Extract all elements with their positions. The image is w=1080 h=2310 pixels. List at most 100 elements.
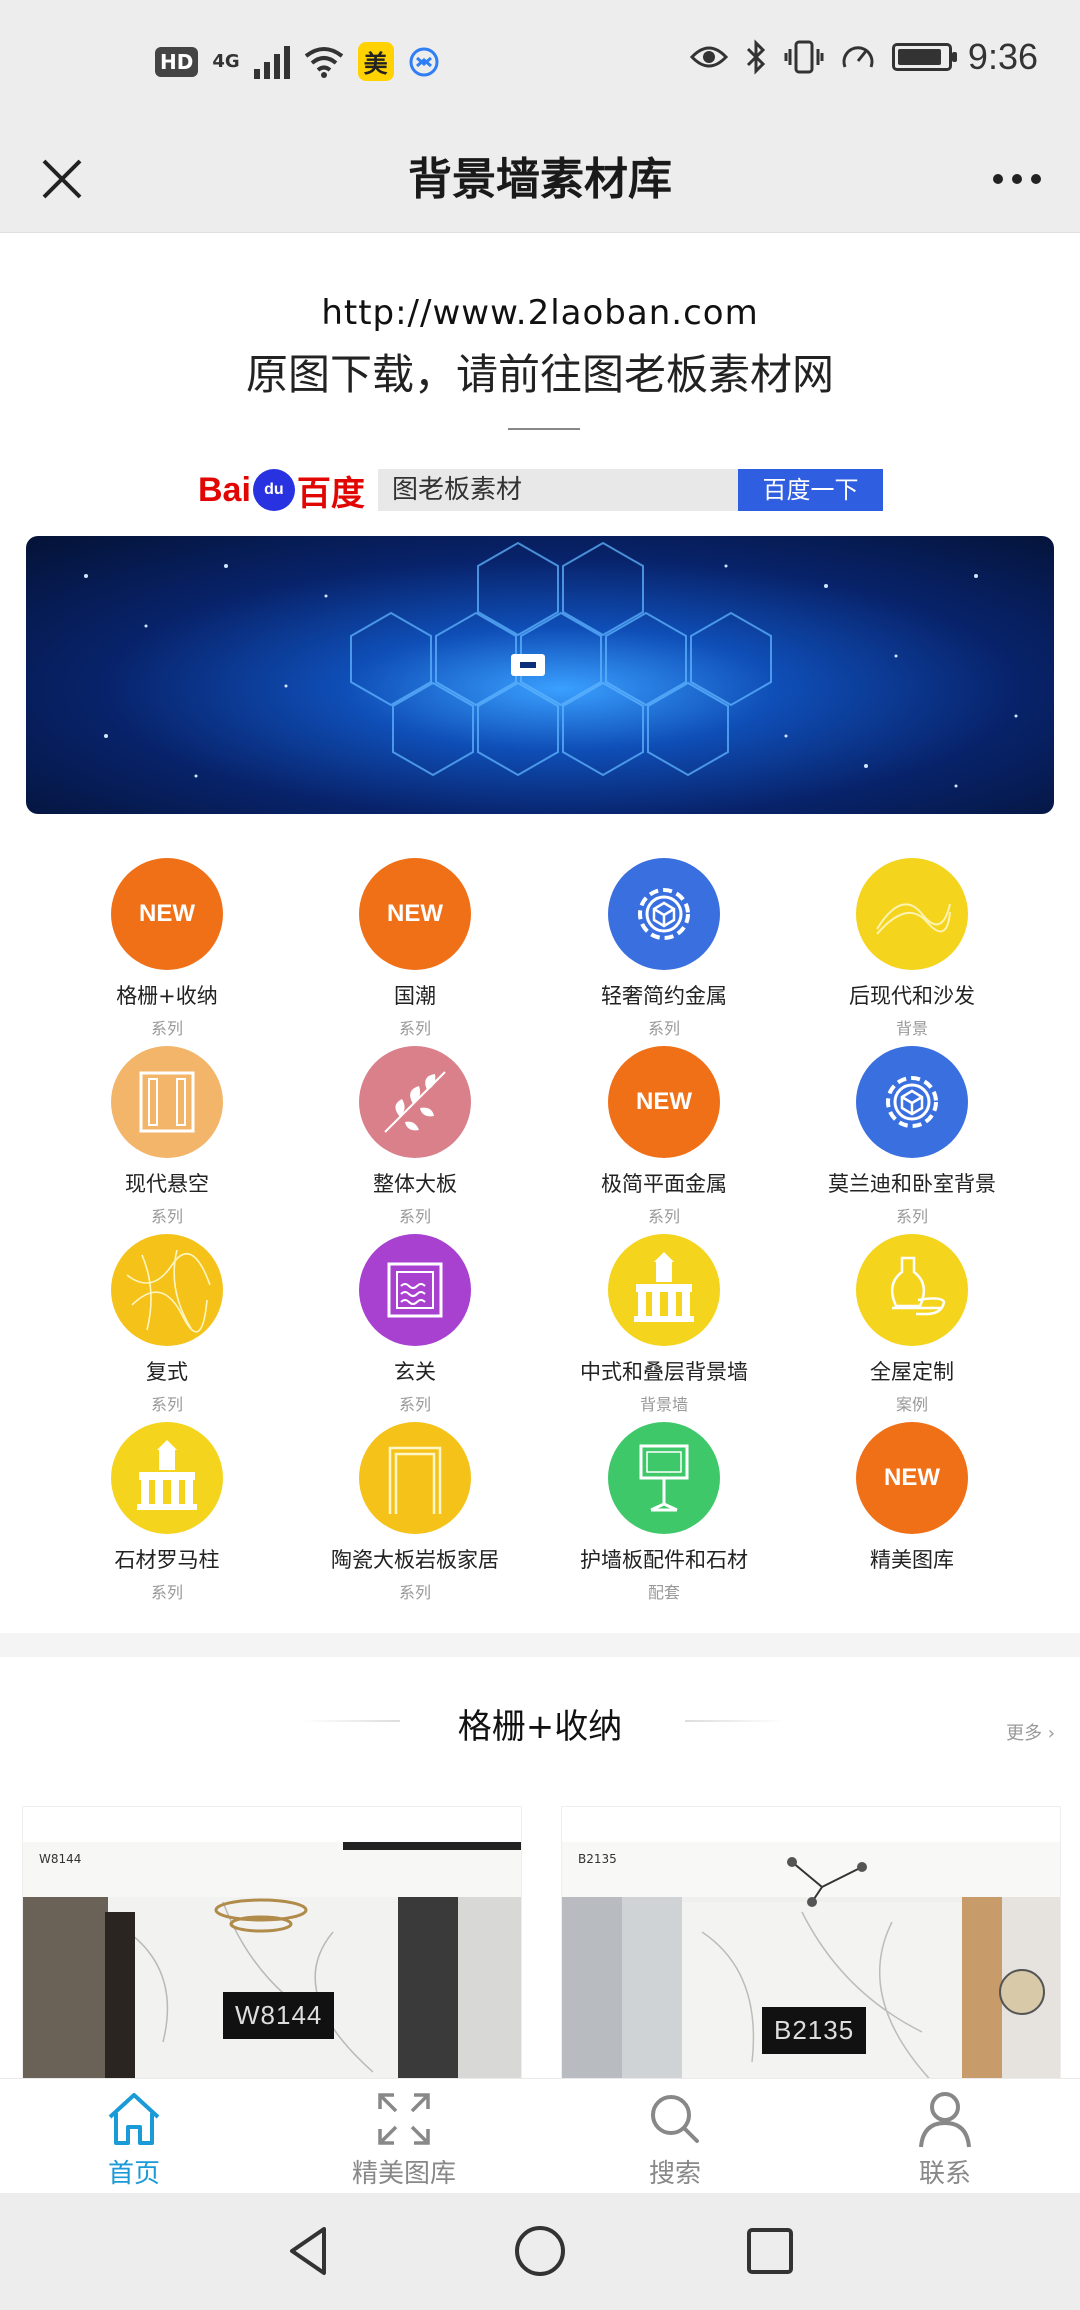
tab-home[interactable]: 首页: [34, 2087, 234, 2190]
category-item[interactable]: 陶瓷大板岩板家居 系列: [291, 1422, 539, 1602]
category-icon-14: [608, 1422, 720, 1534]
category-item[interactable]: 中式和叠层背景墙 背景墙: [540, 1234, 788, 1414]
tab-contact[interactable]: 联系: [845, 2087, 1045, 2190]
product-code-small: W8144: [39, 1852, 82, 1866]
category-sub: 系列: [150, 1395, 183, 1414]
section-title: 格栅+收纳: [457, 1707, 623, 1747]
category-item[interactable]: NEW 精美图库: [788, 1422, 1036, 1602]
category-item[interactable]: 现代悬空 系列: [43, 1046, 291, 1226]
category-name: 莫兰迪和卧室背景: [828, 1172, 996, 1196]
building-icon: [634, 1252, 694, 1322]
category-icon-8: [111, 1234, 223, 1346]
product-code-label: B2135: [762, 2007, 867, 2054]
category-item[interactable]: 护墙板配件和石材 配套: [540, 1422, 788, 1602]
bottom-tab-bar: 首页 精美图库 搜索 联系: [0, 2078, 1080, 2193]
category-sub: 系列: [398, 1207, 431, 1226]
product-code-small: B2135: [578, 1852, 617, 1866]
category-item[interactable]: 轻奢简约金属 系列: [540, 858, 788, 1038]
home-icon: [108, 2093, 160, 2145]
category-name: 石材罗马柱: [114, 1548, 220, 1572]
new-icon: NEW: [387, 900, 443, 927]
category-item[interactable]: 整体大板 系列: [291, 1046, 539, 1226]
category-name: 极简平面金属: [601, 1172, 727, 1196]
battery-icon: [891, 43, 957, 71]
category-sub: 系列: [150, 1207, 183, 1226]
marble-icon: [126, 1249, 211, 1333]
category-icon-7: [856, 1046, 968, 1158]
more-icon-dot: [1031, 174, 1041, 184]
status-right: 9:36: [689, 36, 1038, 78]
category-name: 后现代和沙发: [849, 984, 975, 1008]
category-item[interactable]: 石材罗马柱 系列: [43, 1422, 291, 1602]
category-item[interactable]: NEW 国潮 系列: [291, 858, 539, 1038]
category-sub: 案例: [895, 1395, 928, 1414]
section-separator: [0, 1633, 1080, 1657]
building-icon: [137, 1440, 197, 1510]
category-icon-1: NEW: [359, 858, 471, 970]
category-name: 中式和叠层背景墙: [580, 1360, 748, 1384]
new-icon: NEW: [636, 1088, 692, 1115]
category-icon-6: NEW: [608, 1046, 720, 1158]
bluetooth-icon: [746, 39, 766, 75]
tech-banner[interactable]: [26, 536, 1054, 814]
category-icon-11: [856, 1234, 968, 1346]
clock: 9:36: [967, 36, 1038, 77]
tab-gallery[interactable]: 精美图库: [304, 2087, 504, 2190]
title-decor-right: [685, 1720, 785, 1722]
category-name: 陶瓷大板岩板家居: [331, 1548, 499, 1572]
recents-icon[interactable]: [740, 2221, 800, 2281]
section-more-link[interactable]: 更多 ›: [1006, 1719, 1055, 1745]
category-sub: 系列: [647, 1207, 680, 1226]
gear-cube-icon: [638, 888, 690, 940]
category-sub: 背景: [895, 1019, 928, 1038]
product-card[interactable]: W8144 W8144: [22, 1806, 522, 2078]
category-sub: 系列: [150, 1019, 183, 1038]
category-item[interactable]: 复式 系列: [43, 1234, 291, 1414]
category-item[interactable]: 后现代和沙发 背景: [788, 858, 1036, 1038]
category-sub: 系列: [398, 1395, 431, 1414]
baidu-search-input[interactable]: 图老板素材: [378, 469, 738, 511]
category-icon-10: [608, 1234, 720, 1346]
product-card[interactable]: B2135 B2135: [561, 1806, 1061, 2078]
category-sub: 配套: [647, 1583, 680, 1602]
more-icon-dot: [1012, 174, 1022, 184]
vase-icon: [890, 1256, 946, 1316]
category-icon-3: [856, 858, 968, 970]
category-name: 精美图库: [870, 1548, 954, 1572]
tab-label: 搜索: [648, 2159, 701, 2189]
baidu-search-bar: Bai du 百度 图老板素材 百度一下: [198, 465, 888, 515]
more-button[interactable]: [982, 147, 1052, 211]
category-sub: 系列: [895, 1207, 928, 1226]
status-left: HD 4G 美: [155, 42, 440, 81]
download-notice: 原图下载，请前往图老板素材网: [245, 350, 834, 399]
back-icon[interactable]: [280, 2221, 340, 2281]
category-icon-5: [359, 1046, 471, 1158]
category-name: 玄关: [394, 1360, 436, 1384]
gear-cube-icon: [886, 1076, 938, 1128]
category-item[interactable]: 玄关 系列: [291, 1234, 539, 1414]
status-bar: HD 4G 美 9:36: [0, 0, 1080, 125]
more-icon: [993, 174, 1003, 184]
category-name: 轻奢简约金属: [601, 984, 727, 1008]
tab-label: 联系: [918, 2159, 971, 2189]
vibrate-icon: [784, 40, 824, 74]
category-item[interactable]: NEW 极简平面金属 系列: [540, 1046, 788, 1226]
user-icon: [919, 2092, 971, 2148]
category-name: 整体大板: [373, 1172, 457, 1196]
baidu-search-button[interactable]: 百度一下: [738, 469, 883, 511]
category-item[interactable]: 全屋定制 案例: [788, 1234, 1036, 1414]
tab-search[interactable]: 搜索: [575, 2087, 775, 2190]
eye-icon: [689, 46, 728, 68]
page-title: 背景墙素材库: [408, 154, 672, 205]
category-item[interactable]: 莫兰迪和卧室背景 系列: [788, 1046, 1036, 1226]
system-navigation-bar: [0, 2193, 1080, 2310]
divider: [508, 428, 580, 430]
frame-icon: [139, 1071, 195, 1133]
speed-icon: [842, 46, 874, 68]
category-icon-2: [608, 858, 720, 970]
home-button-icon[interactable]: [510, 2221, 570, 2281]
new-icon: NEW: [884, 1464, 940, 1491]
main-content[interactable]: http://www.2laoban.com 原图下载，请前往图老板素材网 Ba…: [0, 233, 1080, 2078]
category-item[interactable]: NEW 格栅+收纳 系列: [43, 858, 291, 1038]
baidu-logo-cn: 百度: [296, 474, 365, 513]
